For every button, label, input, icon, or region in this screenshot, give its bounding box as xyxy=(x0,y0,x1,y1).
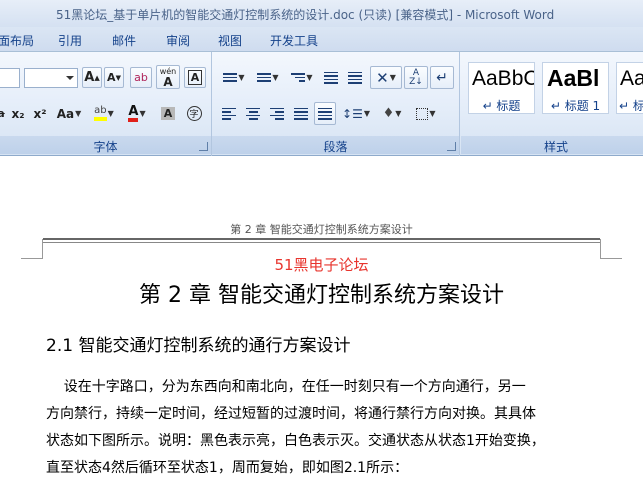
multilevel-list-button[interactable]: ▼ xyxy=(286,67,318,88)
sort-icon: A Z↓ xyxy=(409,67,423,87)
numbering-button[interactable]: ▼ xyxy=(252,67,284,88)
chevron-down-icon: ▼ xyxy=(395,109,402,118)
align-right-button[interactable] xyxy=(266,103,288,124)
font-size-combo[interactable] xyxy=(24,68,78,88)
character-border-button[interactable]: A xyxy=(184,67,206,88)
font-name-combo[interactable] xyxy=(0,68,20,88)
chevron-down-icon: ▼ xyxy=(429,109,436,118)
change-case-button[interactable]: Aa ▼ xyxy=(54,103,84,124)
multilevel-list-icon xyxy=(291,73,306,82)
header-rule-thin xyxy=(43,242,600,243)
tab-review[interactable]: 审阅 xyxy=(166,32,190,49)
numbered-list-icon xyxy=(257,73,272,82)
ribbon: A ▲ A ▼ ab wén A A a x₂ x² Aa ▼ ab ▼ A ▼ A 字 字… xyxy=(0,52,643,156)
styles-group-label: 样式 xyxy=(461,136,643,154)
shrink-font-button[interactable]: A ▼ xyxy=(104,67,124,88)
page-header-text: 第 2 章 智能交通灯控制系统方案设计 xyxy=(230,223,413,236)
bullet-list-icon xyxy=(223,73,238,82)
chevron-down-icon: ▼ xyxy=(272,73,279,82)
chapter-title: 第 2 章 智能交通灯控制系统方案设计 xyxy=(139,283,504,308)
distributed-button[interactable] xyxy=(314,102,336,125)
phonetic-guide-button[interactable]: wén A xyxy=(156,65,180,89)
subscript-button[interactable]: x₂ xyxy=(8,103,28,124)
bullets-button[interactable]: ▼ xyxy=(218,67,250,88)
line-spacing-icon: ↕☰ xyxy=(342,106,363,121)
header-rule xyxy=(43,238,600,240)
decrease-indent-button[interactable] xyxy=(320,67,342,88)
chevron-down-icon: ▼ xyxy=(238,73,245,82)
align-left-button[interactable] xyxy=(218,103,240,124)
chevron-down-icon: ▼ xyxy=(75,109,82,118)
distributed-icon xyxy=(318,107,332,120)
title-bar: 51黑论坛_基于单片机的智能交通灯控制系统的设计.doc (只读) [兼容模式]… xyxy=(0,0,643,27)
chevron-down-icon xyxy=(66,76,74,80)
justify-icon xyxy=(294,107,308,120)
align-center-icon xyxy=(246,107,260,120)
chevron-down-icon: ▼ xyxy=(139,108,146,118)
ribbon-tabs: 页面布局 引用 邮件 审阅 视图 开发工具 xyxy=(0,27,643,52)
justify-button[interactable] xyxy=(290,103,312,124)
style-title[interactable]: AaBbC ↵ 标题 xyxy=(468,62,535,114)
dialog-launcher-icon[interactable] xyxy=(447,142,456,151)
chevron-down-icon: ▼ xyxy=(389,73,396,82)
document-page[interactable]: 第 2 章 智能交通灯控制系统方案设计 51黑电子论坛 第 2 章 智能交通灯控… xyxy=(0,157,643,502)
font-group: A ▲ A ▼ ab wén A A a x₂ x² Aa ▼ ab ▼ A ▼ A 字 字… xyxy=(0,52,212,156)
chevron-down-icon: ▼ xyxy=(306,73,313,82)
align-center-button[interactable] xyxy=(242,103,264,124)
align-right-icon xyxy=(270,107,284,120)
paragraph-line: 设在十字路口，分为东西向和南北向，在任一时刻只有一个方向通行，另一 xyxy=(46,379,526,395)
tab-developer[interactable]: 开发工具 xyxy=(270,32,318,49)
outdent-icon xyxy=(324,71,338,84)
tab-references[interactable]: 引用 xyxy=(58,32,82,49)
grow-font-button[interactable]: A ▲ xyxy=(82,67,102,88)
highlight-color-button[interactable]: ab ▼ xyxy=(88,101,120,125)
border-icon xyxy=(416,107,429,120)
paragraph-line: 状态如下图所示。说明：黑色表示亮，白色表示灭。交通状态从状态1开始变换， xyxy=(46,433,545,449)
paragraph-line: 直至状态4然后循环至状态1，周而复始，即如图2.1所示： xyxy=(46,460,409,476)
align-left-icon xyxy=(222,107,236,120)
eraser-icon: ab xyxy=(134,71,148,84)
highlighter-icon: ab xyxy=(94,105,107,121)
sort-button[interactable]: A Z↓ xyxy=(404,66,428,89)
chevron-down-icon: ▼ xyxy=(363,109,370,118)
section-heading: 2.1 智能交通灯控制系统的通行方案设计 xyxy=(46,336,351,356)
show-formatting-marks-button[interactable]: ↵ xyxy=(430,66,454,89)
paragraph-line: 方向禁行，持续一定时间，经过短暂的过渡时间，将通行禁行方向对换。其具体 xyxy=(46,406,536,422)
style-heading-1[interactable]: AaBl ↵ 标题 1 xyxy=(542,62,609,114)
borders-button[interactable]: ▼ xyxy=(410,103,442,124)
line-spacing-button[interactable]: ↕☰ ▼ xyxy=(340,103,372,124)
clear-formatting-button[interactable]: ab xyxy=(130,67,152,88)
window-title: 51黑论坛_基于单片机的智能交通灯控制系统的设计.doc (只读) [兼容模式]… xyxy=(56,8,555,22)
dialog-launcher-icon[interactable] xyxy=(199,142,208,151)
tab-mailings[interactable]: 邮件 xyxy=(112,32,136,49)
styles-group: AaBbC ↵ 标题 AaBl ↵ 标题 1 Aa ↵ 标 样式 xyxy=(461,52,643,156)
style-heading-2[interactable]: Aa ↵ 标 xyxy=(616,62,643,114)
superscript-button[interactable]: x² xyxy=(30,103,50,124)
strikethrough-icon: a xyxy=(0,107,5,120)
pilcrow-icon: ↵ xyxy=(436,69,448,86)
tab-view[interactable]: 视图 xyxy=(218,32,242,49)
watermark-text: 51黑电子论坛 xyxy=(274,256,369,274)
tab-page-layout[interactable]: 页面布局 xyxy=(0,32,34,49)
shading-button[interactable]: ♦ ▼ xyxy=(376,103,408,124)
asian-layout-icon: ✕ xyxy=(376,68,389,87)
font-group-label: 字体 xyxy=(0,136,211,154)
body-paragraph: 设在十字路口，分为东西向和南北向，在任一时刻只有一个方向通行，另一 方向禁行，持… xyxy=(46,374,602,482)
character-shading-button[interactable]: A xyxy=(158,103,178,124)
enclose-characters-button[interactable]: 字 xyxy=(184,103,204,124)
strikethrough-button[interactable]: a xyxy=(0,103,8,124)
paint-bucket-icon: ♦ xyxy=(382,106,395,121)
increase-indent-button[interactable] xyxy=(344,67,366,88)
chevron-down-icon: ▼ xyxy=(107,108,114,118)
chinese-layout-button[interactable]: ✕ ▼ xyxy=(370,66,402,89)
paragraph-group: ▼ ▼ ▼ ✕ ▼ A Z↓ ↵ ↕☰ ▼ ♦ ▼ ▼ 段落 xyxy=(212,52,460,156)
paragraph-group-label: 段落 xyxy=(212,136,459,154)
font-color-button[interactable]: A ▼ xyxy=(122,101,152,125)
indent-icon xyxy=(348,71,362,84)
